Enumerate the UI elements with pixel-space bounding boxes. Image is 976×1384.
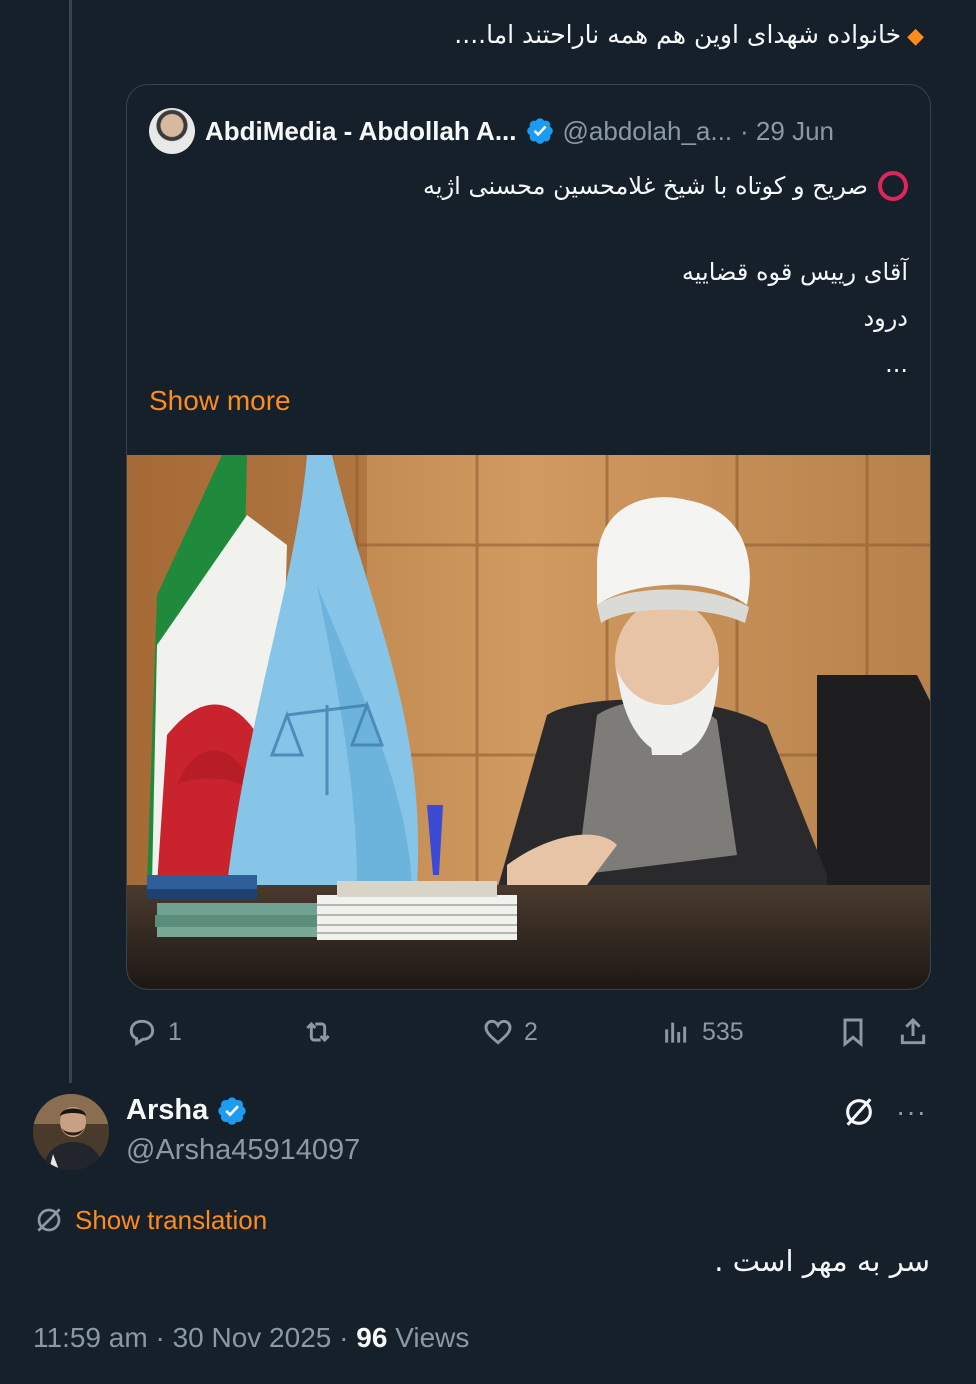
quoted-author-handle[interactable]: @abdolah_a... <box>563 116 733 147</box>
quoted-author-name[interactable]: AbdiMedia - Abdollah A... <box>205 116 517 147</box>
translate-icon <box>37 1208 61 1232</box>
verified-badge-icon <box>526 118 553 144</box>
bookmark-icon <box>843 1018 863 1048</box>
meta-separator: · <box>339 1322 349 1353</box>
like-action[interactable]: 2 <box>482 1010 538 1054</box>
heart-icon <box>484 1019 512 1045</box>
share-icon <box>900 1017 926 1045</box>
grok-icon[interactable] <box>842 1095 876 1129</box>
bookmark-action[interactable] <box>837 1010 869 1054</box>
quoted-tweet-header: AbdiMedia - Abdollah A... @abdolah_a... … <box>149 107 908 155</box>
retweet-icon <box>306 1021 330 1043</box>
like-count: 2 <box>524 1017 538 1046</box>
tweet-metadata: 11:59 am · 30 Nov 2025 · 96 Views <box>33 1322 469 1354</box>
quoted-tweet-date[interactable]: · 29 Jun <box>740 116 834 147</box>
show-translation-link[interactable]: Show translation <box>33 1204 267 1236</box>
tweet-views-label: Views <box>395 1322 470 1353</box>
verified-badge-icon <box>218 1096 246 1125</box>
quoted-tweet-card[interactable]: AbdiMedia - Abdollah A... @abdolah_a... … <box>126 84 931 990</box>
retweet-action[interactable] <box>302 1010 334 1054</box>
thread-connector-line <box>69 0 72 1083</box>
red-circle-icon <box>878 171 908 201</box>
orange-diamond-icon: ◆ <box>907 24 924 49</box>
quoted-tweet-line1: صریح و کوتاه با شیخ غلامحسین محسنی اژیه <box>423 172 868 200</box>
reply-bubble-icon <box>129 1019 155 1047</box>
meta-separator: · <box>155 1322 165 1353</box>
quoted-tweet-photo[interactable] <box>127 455 930 989</box>
quoted-tweet-line2: آقای رییس قوه قضاییه <box>681 258 908 286</box>
quoted-tweet-body: آقای رییس قوه قضاییه درود ... <box>682 249 908 387</box>
avatar-photo <box>33 1094 109 1170</box>
views-action[interactable]: 535 <box>660 1010 744 1054</box>
quoted-author-avatar[interactable] <box>149 108 195 154</box>
reply-count: 1 <box>168 1017 182 1046</box>
share-action[interactable] <box>897 1010 929 1054</box>
reply-action[interactable]: 1 <box>126 1010 182 1054</box>
reply-author-handle[interactable]: @Arsha45914097 <box>126 1134 360 1167</box>
tweet-views-count: 96 <box>356 1322 388 1353</box>
reply-author-avatar[interactable] <box>33 1094 109 1170</box>
reply-tweet-text: سر به مهر است . <box>714 1244 930 1278</box>
more-options-icon[interactable]: ··· <box>896 1098 930 1126</box>
tweet-time[interactable]: 11:59 am <box>33 1322 148 1353</box>
quoted-tweet-line4: ... <box>885 350 908 378</box>
tweet-action-bar: 1 2 535 <box>126 1010 931 1054</box>
quoted-tweet-first-line: صریح و کوتاه با شیخ غلامحسین محسنی اژیه <box>423 163 908 209</box>
photo-judiciary-chief-at-desk <box>127 455 930 989</box>
views-count: 535 <box>702 1017 744 1046</box>
parent-tweet-text: ◆خانواده شهدای اوین هم همه ناراحتند اما.… <box>454 20 924 49</box>
show-translation-label: Show translation <box>75 1204 268 1235</box>
quoted-tweet-line3: درود <box>863 304 908 332</box>
show-more-link[interactable]: Show more <box>149 385 291 417</box>
analytics-bars-icon <box>665 1022 687 1043</box>
tweet-date[interactable]: 30 Nov 2025 <box>173 1322 332 1353</box>
parent-tweet-text-content: خانواده شهدای اوین هم همه ناراحتند اما..… <box>454 20 902 49</box>
reply-author-name-row[interactable]: Arsha <box>126 1094 256 1127</box>
reply-author-name[interactable]: Arsha <box>126 1094 208 1127</box>
